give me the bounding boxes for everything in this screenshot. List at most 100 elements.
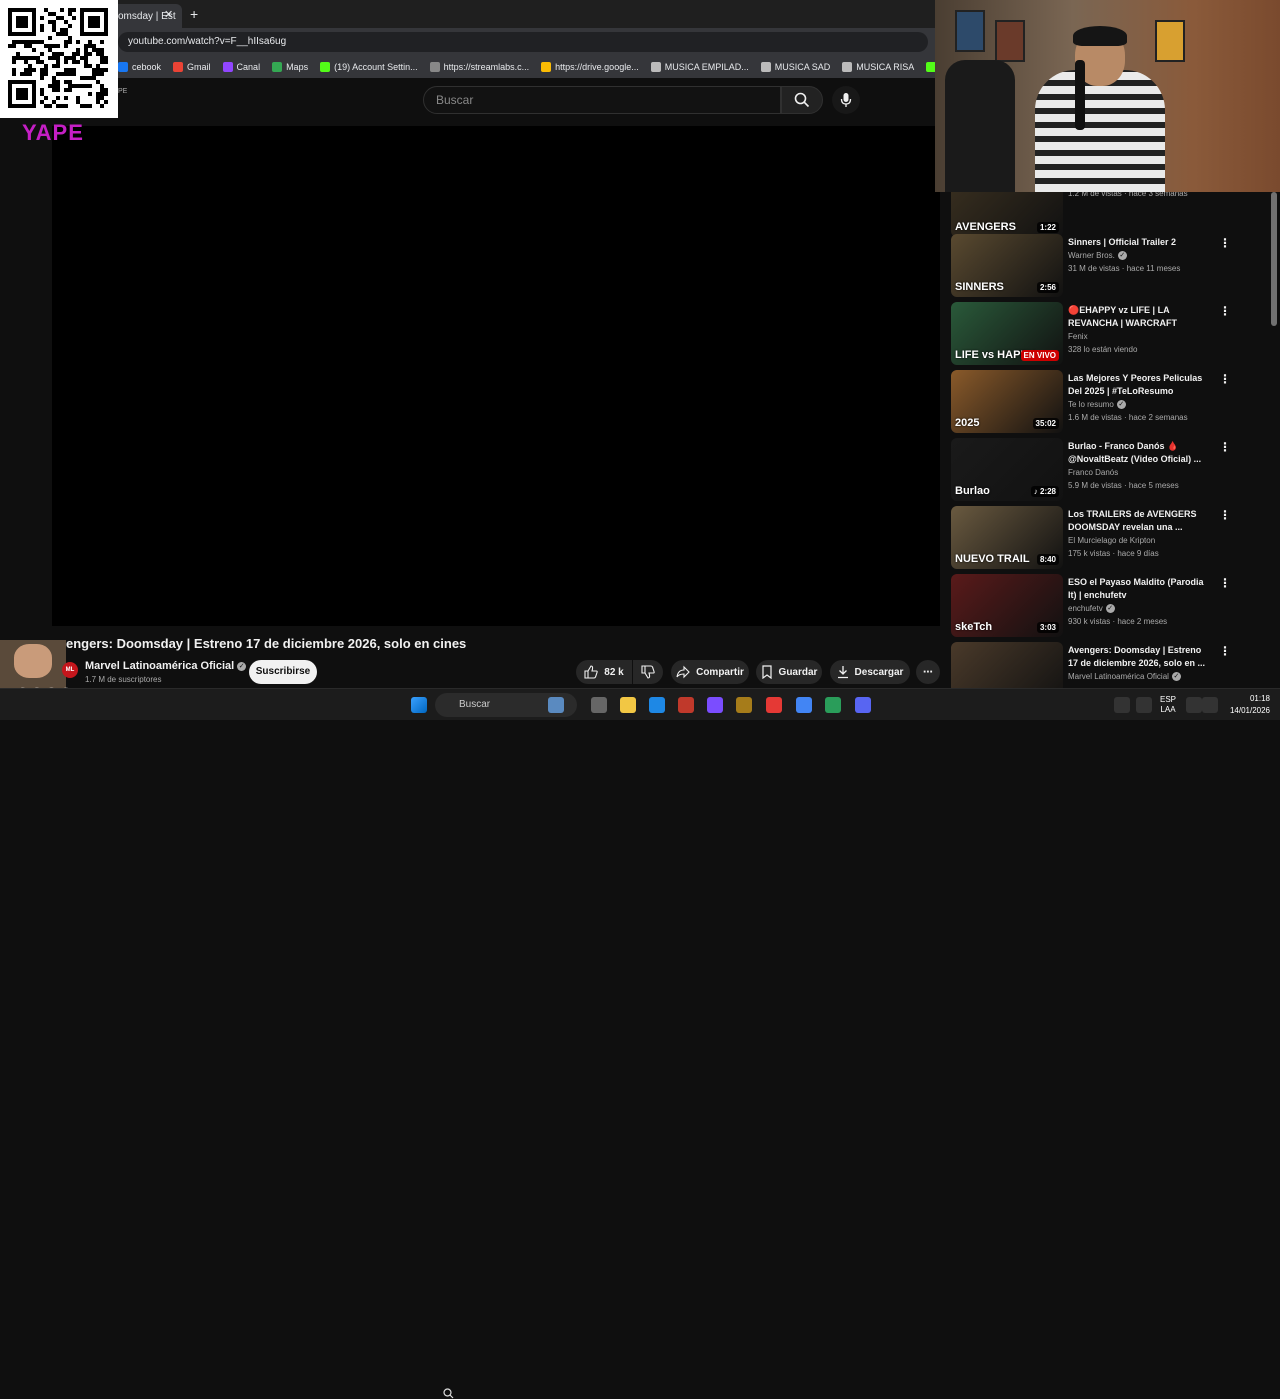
dislike-button[interactable] bbox=[633, 660, 663, 684]
language-indicator[interactable]: ESP LAA bbox=[1156, 695, 1180, 715]
more-options-icon[interactable]: ⋮ bbox=[1219, 508, 1231, 522]
download-label: Descargar bbox=[854, 666, 904, 678]
share-label: Compartir bbox=[696, 666, 744, 678]
recommendation-item[interactable]: AVENGERS1:22Marvel Latinoamérica Oficial… bbox=[951, 192, 1271, 238]
recommendation-meta: 930 k vistas · hace 2 meses bbox=[1068, 617, 1168, 626]
thumbnail-text: SINNERS bbox=[955, 281, 1004, 293]
search-button[interactable] bbox=[781, 86, 823, 114]
channel-avatar[interactable]: ML bbox=[62, 662, 78, 678]
bookmark-icon bbox=[650, 62, 661, 72]
discord-icon[interactable] bbox=[855, 697, 871, 713]
windows-taskbar: Buscar ESP LAA 01:18 14/01/2026 bbox=[0, 688, 1280, 1399]
recommendation-channel[interactable]: Franco Danós bbox=[1068, 468, 1118, 477]
obs-icon[interactable] bbox=[825, 697, 841, 713]
recommendation-item[interactable]: NUEVO TRAIL 8:40 Los TRAILERS de AVENGERS … bbox=[951, 506, 1271, 570]
more-options-icon[interactable]: ⋮ bbox=[1219, 644, 1231, 658]
verified-icon: ✓ bbox=[237, 661, 247, 671]
video-thumbnail[interactable]: skeTch 3:03 bbox=[951, 574, 1063, 637]
copilot-icon[interactable] bbox=[707, 697, 723, 713]
share-button[interactable]: Compartir bbox=[671, 660, 749, 684]
system-clock[interactable]: 01:18 14/01/2026 bbox=[1220, 693, 1270, 717]
file-explorer-icon[interactable] bbox=[620, 697, 636, 713]
tab-close-icon[interactable]: ✕ bbox=[164, 8, 173, 21]
recommendation-title[interactable]: Burlao - Franco Danós 🩸 @NovaltBeatz (Vi… bbox=[1068, 440, 1208, 466]
recommendation-meta: 1.6 M de vistas · hace 2 semanas bbox=[1068, 413, 1188, 422]
channel-text: Franco Danós bbox=[1068, 468, 1119, 477]
channel-name[interactable]: Marvel Latinoamérica Oficial ✓ bbox=[85, 660, 247, 672]
recommendation-item[interactable]: LIFE vs HAPPY EN VIVO 🔴EHAPPY vz LIFE | LA… bbox=[951, 302, 1271, 366]
video-duration: ♪ 2:28 bbox=[1030, 486, 1059, 497]
save-button[interactable]: Guardar bbox=[756, 660, 822, 684]
chrome-icon[interactable] bbox=[766, 697, 782, 713]
recommendation-item[interactable]: skeTch 3:03 ESO el Payaso Maldito (Parodia… bbox=[951, 574, 1271, 638]
more-options-icon[interactable]: ⋮ bbox=[1219, 304, 1231, 318]
url-field[interactable]: youtube.com/watch?v=F__hIIsa6ug bbox=[118, 32, 928, 52]
recommendation-title[interactable]: 🔴EHAPPY vz LIFE | LA REVANCHA | WARCRAFT bbox=[1068, 304, 1208, 330]
new-tab-icon[interactable]: + bbox=[190, 6, 198, 22]
download-icon bbox=[837, 666, 848, 679]
subscribe-button[interactable]: Suscribirse bbox=[249, 660, 317, 684]
bookmark-item[interactable]: (19) Account Settin... bbox=[320, 62, 418, 72]
bookmark-item[interactable]: MUSICA EMPILAD... bbox=[650, 62, 749, 72]
video-thumbnail[interactable] bbox=[951, 642, 1063, 688]
channel-name-text: Marvel Latinoamérica Oficial bbox=[85, 660, 235, 672]
search-input[interactable]: Buscar bbox=[423, 86, 781, 114]
chrome-active-icon[interactable] bbox=[796, 697, 812, 713]
bookmark-item[interactable]: cebook bbox=[118, 62, 161, 72]
sidebar-scrollbar[interactable] bbox=[1271, 192, 1277, 326]
volume-icon[interactable] bbox=[1202, 697, 1218, 713]
game-icon[interactable] bbox=[736, 697, 752, 713]
network-icon[interactable] bbox=[1186, 697, 1202, 713]
video-thumbnail[interactable]: LIFE vs HAPPY EN VIVO bbox=[951, 302, 1063, 365]
windows-start-icon[interactable] bbox=[411, 697, 427, 713]
voice-search-button[interactable] bbox=[832, 86, 860, 114]
live-badge: EN VIVO bbox=[1020, 350, 1059, 361]
video-thumbnail[interactable]: SINNERS 2:56 bbox=[951, 234, 1063, 297]
bookmark-item[interactable]: https://drive.google... bbox=[541, 62, 639, 72]
bookmark-item[interactable]: https://streamlabs.c... bbox=[429, 62, 530, 72]
bookmark-item[interactable]: Maps bbox=[272, 62, 308, 72]
video-thumbnail[interactable]: 2025 35:02 bbox=[951, 370, 1063, 433]
logo-fragment[interactable]: PE bbox=[118, 88, 127, 95]
video-thumbnail[interactable]: AVENGERS 1:22 bbox=[951, 192, 1063, 237]
recommendation-channel[interactable]: Warner Bros. ✓ bbox=[1068, 251, 1127, 261]
recommendation-channel[interactable]: Marvel Latinoamérica Oficial ✓ bbox=[1068, 672, 1181, 682]
recommendation-title[interactable]: ESO el Payaso Maldito (Parodia It) | enc… bbox=[1068, 576, 1208, 602]
bookmark-item[interactable]: Gmail bbox=[173, 62, 211, 72]
microphone-tray-icon[interactable] bbox=[1136, 697, 1152, 713]
recommendation-title[interactable]: Avengers: Doomsday | Estreno 17 de dicie… bbox=[1068, 644, 1208, 670]
tray-chevron-icon[interactable] bbox=[1114, 697, 1130, 713]
recommendation-item[interactable]: SINNERS 2:56 Sinners | Official Trailer 2 W… bbox=[951, 234, 1271, 298]
recommendation-channel[interactable]: Te lo resumo ✓ bbox=[1068, 400, 1126, 410]
recommendation-channel[interactable]: Fenix bbox=[1068, 332, 1088, 341]
thumbnail-text: 2025 bbox=[955, 417, 980, 429]
video-thumbnail[interactable]: Burlao ♪ 2:28 bbox=[951, 438, 1063, 501]
recommendation-title[interactable]: Sinners | Official Trailer 2 bbox=[1068, 236, 1208, 249]
recommendation-item[interactable]: 2025 35:02 Las Mejores Y Peores Peliculas … bbox=[951, 370, 1271, 434]
recommendation-channel[interactable]: enchufetv ✓ bbox=[1068, 604, 1115, 614]
bookmark-item[interactable]: MUSICA SAD bbox=[760, 62, 830, 72]
bookmark-label: https://streamlabs.c... bbox=[443, 62, 530, 72]
recommendation-title[interactable]: Las Mejores Y Peores Peliculas Del 2025 … bbox=[1068, 372, 1208, 398]
recommendation-channel[interactable]: El Murcielago de Kripton bbox=[1068, 536, 1155, 545]
clock-time: 01:18 bbox=[1249, 694, 1270, 703]
more-options-icon[interactable]: ⋮ bbox=[1219, 440, 1231, 454]
download-button[interactable]: Descargar bbox=[830, 660, 910, 684]
video-player[interactable] bbox=[52, 126, 940, 626]
recommendation-item[interactable]: Burlao ♪ 2:28 Burlao - Franco Danós 🩸 @Nov… bbox=[951, 438, 1271, 502]
like-button[interactable]: 82 k bbox=[576, 660, 632, 684]
edge-icon[interactable] bbox=[649, 697, 665, 713]
recommendation-title[interactable]: Los TRAILERS de AVENGERS DOOMSDAY revela… bbox=[1068, 508, 1208, 534]
widgets-icon[interactable] bbox=[548, 697, 564, 713]
more-options-icon[interactable]: ⋮ bbox=[1219, 236, 1231, 250]
more-options-icon[interactable]: ⋮ bbox=[1219, 372, 1231, 386]
bookmark-item[interactable]: MUSICA RISA bbox=[842, 62, 914, 72]
more-options-icon[interactable]: ⋮ bbox=[1219, 576, 1231, 590]
task-view-icon[interactable] bbox=[591, 697, 607, 713]
more-actions-button[interactable]: ⋯ bbox=[916, 660, 940, 684]
bookmark-item[interactable]: Canal bbox=[222, 62, 260, 72]
bookmark-item[interactable]: https://kick.com/jef bbox=[926, 62, 935, 72]
app-icon[interactable] bbox=[678, 697, 694, 713]
video-thumbnail[interactable]: NUEVO TRAIL 8:40 bbox=[951, 506, 1063, 569]
recommendation-item[interactable]: Avengers: Doomsday | Estreno 17 de dicie… bbox=[951, 642, 1271, 688]
